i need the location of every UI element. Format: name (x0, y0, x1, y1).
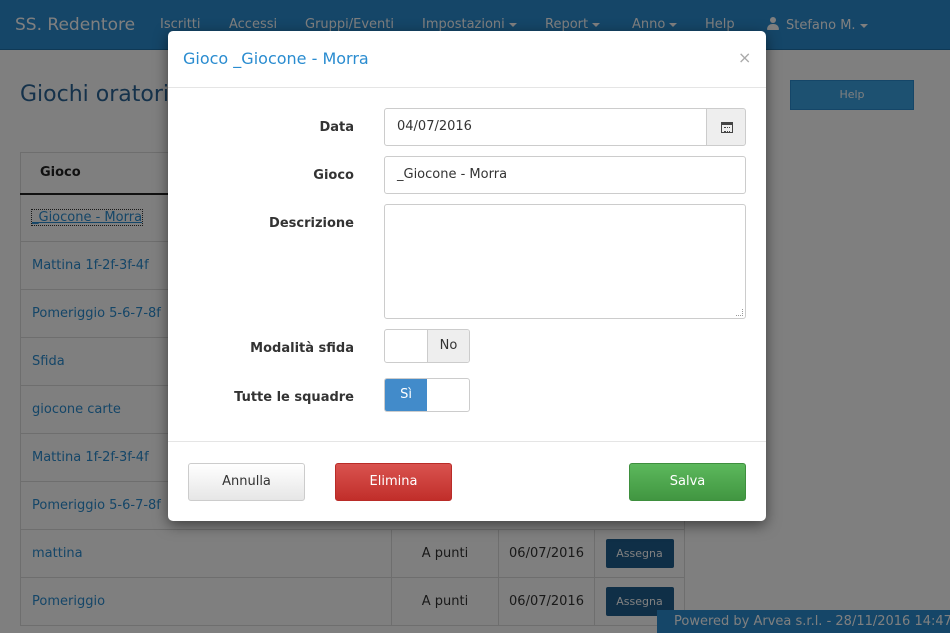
resize-handle-icon[interactable] (736, 309, 743, 316)
calendar-icon (721, 122, 733, 133)
date-label: Data (319, 120, 354, 135)
modal-footer-divider (168, 441, 766, 442)
all-teams-toggle[interactable]: Sì (384, 378, 470, 412)
modal-title: Gioco _Giocone - Morra (183, 49, 369, 68)
description-textarea[interactable] (384, 204, 746, 319)
game-name-input[interactable]: _Giocone - Morra (384, 156, 746, 194)
cancel-button[interactable]: Annulla (188, 463, 305, 501)
challenge-mode-toggle[interactable]: No (384, 329, 470, 363)
close-button[interactable]: × (738, 48, 751, 67)
challenge-mode-label: Modalità sfida (250, 341, 354, 356)
edit-game-modal: Gioco _Giocone - Morra × Data 04/07/2016… (168, 31, 766, 521)
all-teams-toggle-label: Sì (385, 379, 427, 411)
date-input[interactable]: 04/07/2016 (384, 108, 707, 146)
all-teams-label: Tutte le squadre (234, 390, 354, 405)
description-label: Descrizione (269, 216, 354, 231)
game-label: Gioco (313, 168, 354, 183)
save-button[interactable]: Salva (629, 463, 746, 501)
delete-button[interactable]: Elimina (335, 463, 452, 501)
challenge-mode-toggle-label: No (427, 330, 469, 362)
date-picker-button[interactable] (706, 108, 746, 146)
modal-header-divider (168, 87, 766, 88)
